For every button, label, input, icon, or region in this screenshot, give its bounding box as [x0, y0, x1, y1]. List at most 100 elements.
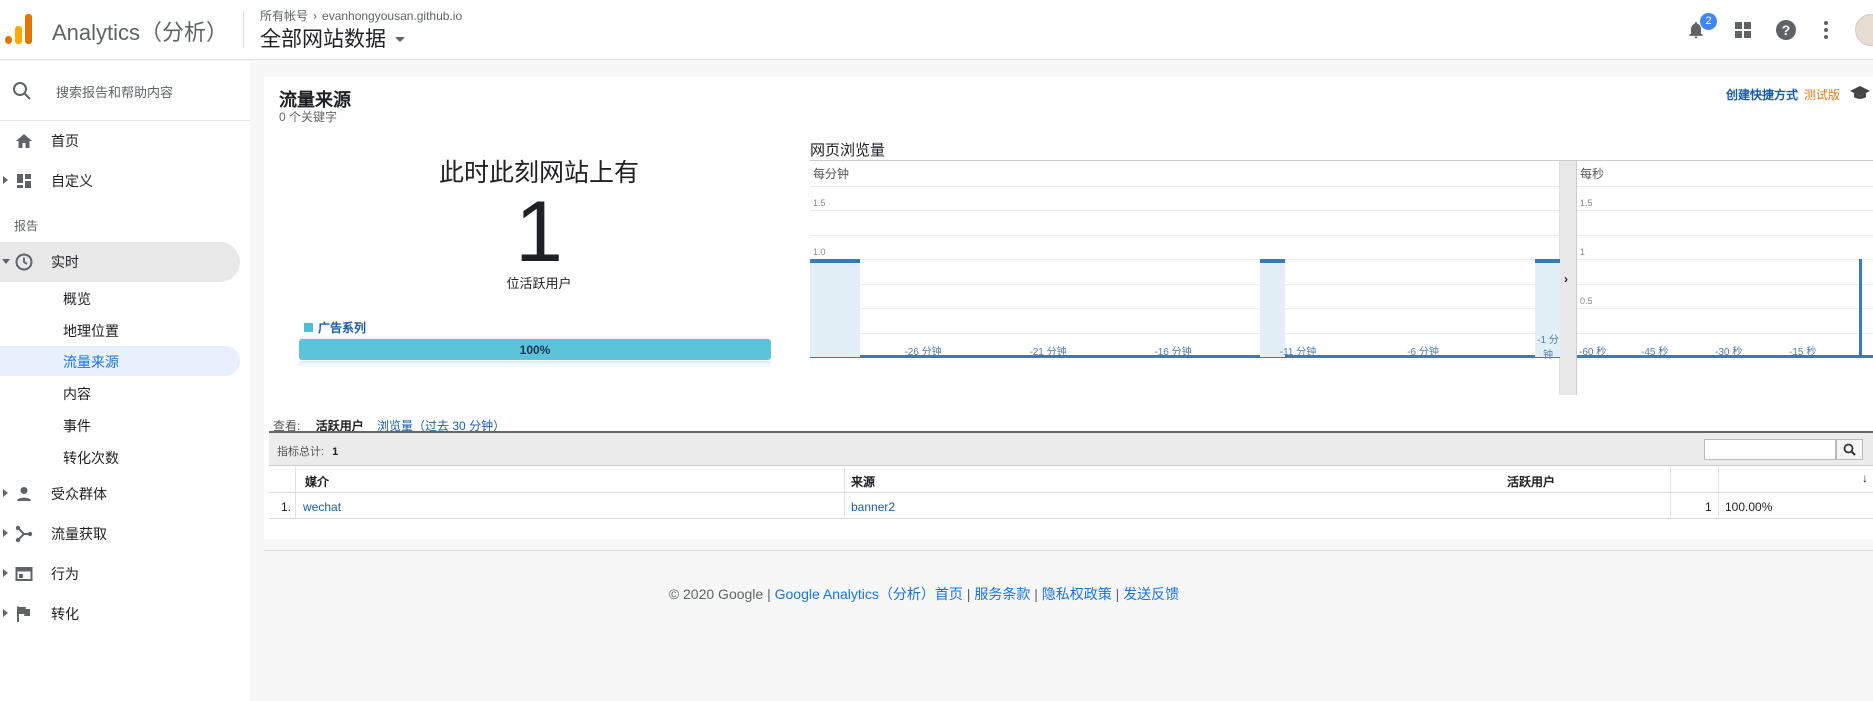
gridline: [810, 210, 1559, 211]
sort-desc-icon[interactable]: ↓: [1862, 471, 1868, 485]
sidebar-subitem-label: 转化次数: [63, 450, 119, 466]
graduation-cap-icon[interactable]: [1849, 85, 1871, 106]
gridline: [810, 333, 1559, 334]
more-vert-icon[interactable]: [1813, 17, 1839, 43]
x-tick-label: -11 分钟: [1279, 347, 1317, 358]
chart-bar-cap: [1260, 259, 1285, 263]
gridline: [810, 308, 1559, 309]
sidebar-item-audience[interactable]: 受众群体: [0, 474, 240, 514]
chevron-right-icon: ›: [1564, 272, 1568, 286]
sidebar-item-realtime[interactable]: 实时: [0, 242, 240, 282]
header-divider: [243, 10, 244, 48]
breadcrumb[interactable]: 所有帐号 › evanhongyousan.github.io: [260, 7, 462, 24]
sidebar-subitem-events[interactable]: 事件: [0, 410, 240, 440]
x-tick-label: -26 分钟: [904, 347, 942, 358]
chart-scroll-toggle[interactable]: ›: [1560, 161, 1577, 395]
create-shortcut-link[interactable]: 创建快捷方式: [1726, 86, 1798, 103]
sidebar-item-conversions[interactable]: 转化: [0, 594, 240, 634]
expand-arrow-icon: [3, 489, 8, 497]
sidebar-item-label: 自定义: [51, 173, 93, 189]
metric-total-label: 指标总计:: [277, 446, 325, 458]
column-medium[interactable]: 媒介: [305, 473, 329, 490]
sidebar-item-acquisition[interactable]: 流量获取: [0, 514, 240, 554]
column-divider: [844, 467, 845, 519]
footer: © 2020 Google | Google Analytics（分析）首页 |…: [668, 586, 1180, 602]
gridline: [1577, 308, 1873, 309]
sidebar-item-label: 实时: [51, 254, 79, 270]
flag-icon: [15, 605, 33, 623]
sidebar-subitem-label: 事件: [63, 418, 91, 434]
sidebar-subitem-conversions[interactable]: 转化次数: [0, 442, 240, 472]
footer-link-ga-home[interactable]: Google Analytics（分析）首页: [775, 586, 963, 602]
sidebar-item-label: 首页: [51, 133, 79, 149]
report-subtitle: 0 个关键字: [279, 110, 338, 124]
apps-icon[interactable]: [1730, 17, 1756, 43]
sidebar-item-behavior[interactable]: 行为: [0, 554, 240, 594]
sidebar-subitem-label: 内容: [63, 386, 91, 402]
sidebar-item-home[interactable]: 首页: [0, 121, 240, 161]
chart-bar-cap: [1535, 259, 1560, 263]
sidebar-subitem-overview[interactable]: 概览: [0, 283, 240, 313]
table-search-button[interactable]: [1836, 439, 1863, 460]
table-row: 1. wechat banner2 1 100.00%: [269, 494, 1873, 519]
help-icon[interactable]: ?: [1773, 17, 1799, 43]
chart-bar-cap: [810, 259, 835, 263]
sidebar: 搜索报告和帮助内容 首页 自定义 报告 实时 概览 地理位置 流量来源 内容 事…: [0, 61, 250, 701]
sidebar-subitem-traffic-sources[interactable]: 流量来源: [0, 346, 240, 376]
copyright: © 2020 Google: [668, 586, 764, 602]
acquisition-icon: [15, 525, 33, 543]
footer-link-privacy[interactable]: 隐私权政策: [1042, 586, 1112, 602]
sidebar-subitem-locations[interactable]: 地理位置: [0, 315, 240, 345]
beta-badge: 测试版: [1803, 88, 1840, 102]
campaign-legend: 广告系列: [304, 319, 366, 336]
row-medium-link[interactable]: wechat: [303, 500, 341, 514]
column-source[interactable]: 来源: [851, 473, 875, 490]
avatar[interactable]: [1855, 14, 1873, 46]
row-source-link[interactable]: banner2: [851, 500, 895, 514]
metric-total-value: 1: [332, 446, 339, 458]
y-tick-label: 1: [1580, 247, 1586, 257]
sidebar-item-customization[interactable]: 自定义: [0, 161, 240, 201]
sidebar-search[interactable]: 搜索报告和帮助内容: [0, 61, 250, 121]
view-selector[interactable]: 全部网站数据: [260, 23, 405, 53]
x-tick-label: -15 秒: [1789, 347, 1817, 358]
app-name: Analytics（分析）: [52, 20, 229, 45]
y-tick-label: 1.5: [813, 198, 826, 208]
analytics-logo-icon[interactable]: [5, 14, 33, 44]
chevron-right-icon: ›: [313, 9, 318, 23]
metric-total: 指标总计: 1: [277, 443, 338, 459]
column-divider: [1718, 467, 1719, 519]
top-header: Analytics（分析） 所有帐号 › evanhongyousan.github…: [0, 0, 1873, 60]
active-users-caption: 位活跃用户: [506, 276, 572, 291]
notification-badge: 2: [1700, 13, 1717, 30]
chart-bar: [835, 259, 860, 357]
gridline: [1577, 259, 1873, 260]
gridline: [810, 259, 1559, 260]
home-icon: [15, 132, 33, 150]
sidebar-subitem-content[interactable]: 内容: [0, 378, 240, 408]
behavior-icon: [15, 565, 33, 583]
sidebar-item-label: 流量获取: [51, 526, 107, 542]
sidebar-subitem-label: 地理位置: [63, 323, 119, 339]
footer-link-feedback[interactable]: 发送反馈: [1123, 586, 1179, 602]
percent-bar-reflection: [299, 361, 771, 367]
gridline: [810, 186, 1559, 187]
x-tick-label: -6 分钟: [1407, 347, 1439, 358]
breadcrumb-property[interactable]: evanhongyousan.github.io: [322, 9, 462, 23]
clock-icon: [15, 253, 33, 271]
sidebar-item-label: 行为: [51, 566, 79, 582]
x-tick-label: -60 秒: [1579, 347, 1607, 358]
column-active-users[interactable]: 活跃用户: [1507, 473, 1555, 490]
x-tick-label: -30 秒: [1715, 347, 1743, 358]
x-tick-label: -1 分钟: [1537, 335, 1559, 361]
footer-divider: [264, 550, 1873, 551]
table-toolbar: 指标总计: 1: [269, 433, 1873, 466]
gridline: [1577, 284, 1873, 285]
dropdown-caret-icon: [395, 37, 405, 42]
row-index: 1.: [281, 500, 292, 514]
table-search-input[interactable]: [1704, 439, 1836, 460]
breadcrumb-account[interactable]: 所有帐号: [260, 9, 308, 23]
percent-bar: 100%: [299, 339, 771, 360]
gridline: [1577, 333, 1873, 334]
footer-link-terms[interactable]: 服务条款: [974, 586, 1030, 602]
